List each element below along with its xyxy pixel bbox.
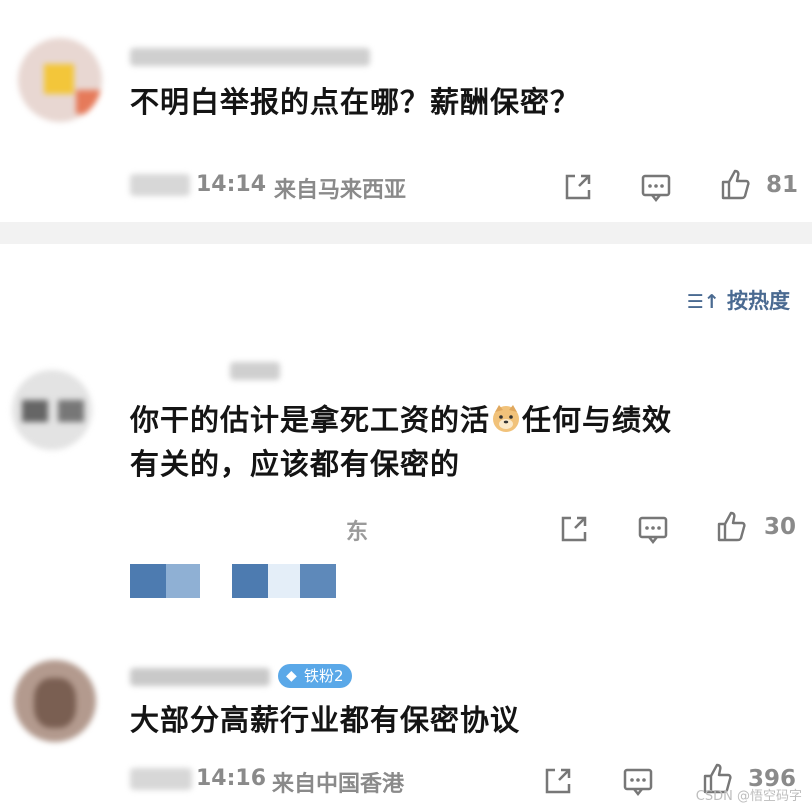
- section-divider: [0, 222, 812, 244]
- comment-icon[interactable]: [639, 170, 673, 204]
- redacted-block: [130, 564, 166, 598]
- comment-text-line2: 有关的，应该都有保密的: [130, 447, 461, 481]
- username[interactable]: [230, 362, 280, 380]
- comment-location: 来自中国香港: [272, 772, 405, 797]
- share-icon[interactable]: [541, 764, 575, 798]
- comment-icon[interactable]: [636, 512, 670, 546]
- redacted-block: [268, 564, 300, 598]
- sort-label: 按热度: [727, 289, 790, 313]
- comment-text: 大部分高薪行业都有保密协议: [130, 703, 521, 737]
- comment-time: 14:14: [196, 172, 267, 197]
- avatar[interactable]: [18, 38, 102, 122]
- comment-location: 东: [346, 520, 369, 545]
- date-redacted: [130, 768, 192, 790]
- comment-text: 不明白举报的点在哪？薪酬保密？: [130, 85, 581, 119]
- comment-3: ◆ 铁粉2 大部分高薪行业都有保密协议 14:16 来自中国香港 396: [0, 640, 812, 810]
- comment-text-part2: 任何与绩效: [522, 403, 673, 437]
- like-count: 81: [766, 172, 799, 198]
- share-icon[interactable]: [557, 512, 591, 546]
- comment-1: 不明白举报的点在哪？薪酬保密？ 14:14 来自马来西亚 81: [0, 0, 812, 220]
- username[interactable]: [130, 48, 370, 66]
- comment-2: 你干的估计是拿死工资的活 任何与绩效 有关的，应该都有保密的 东 30: [0, 330, 812, 620]
- comment-text: 你干的估计是拿死工资的活 任何与绩效 有关的，应该都有保密的: [130, 398, 790, 486]
- sort-button[interactable]: ☰↑ 按热度: [687, 285, 790, 315]
- like-icon[interactable]: [715, 510, 749, 544]
- like-icon[interactable]: [719, 168, 753, 202]
- like-count: 30: [764, 514, 797, 540]
- diamond-icon: ◆: [286, 668, 297, 684]
- comment-time: 14:16: [196, 766, 267, 791]
- redacted-block: [166, 564, 200, 598]
- date-redacted: [130, 174, 190, 196]
- username[interactable]: [130, 668, 270, 686]
- watermark: CSDN @悟空码字: [695, 789, 802, 804]
- sort-icon: ☰↑: [686, 291, 720, 313]
- avatar[interactable]: [14, 660, 96, 742]
- redacted-block: [232, 564, 268, 598]
- redacted-block: [300, 564, 336, 598]
- share-icon[interactable]: [561, 170, 595, 204]
- avatar[interactable]: [12, 370, 92, 450]
- doge-emoji: [490, 402, 522, 434]
- comment-text-part1: 你干的估计是拿死工资的活: [130, 403, 491, 437]
- comment-location: 来自马来西亚: [274, 178, 407, 203]
- comment-icon[interactable]: [621, 764, 655, 798]
- fan-badge: ◆ 铁粉2: [278, 664, 352, 688]
- fan-badge-label: 铁粉2: [304, 667, 344, 685]
